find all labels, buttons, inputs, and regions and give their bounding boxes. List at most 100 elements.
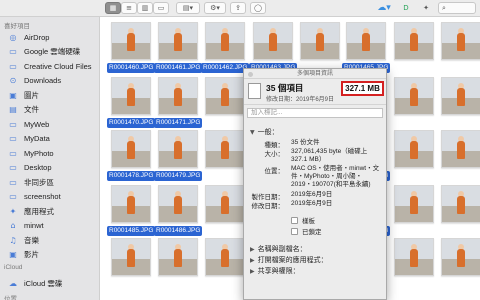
photo-thumbnail xyxy=(158,238,198,276)
sidebar-item[interactable]: ✦ 應用程式 xyxy=(0,204,99,218)
list-icon: ≡ xyxy=(126,4,132,12)
modified-value: 2019年6月9日 xyxy=(291,200,333,207)
sidebar-item[interactable]: ▭ 非同步區 xyxy=(0,175,99,189)
photo-thumbnail xyxy=(205,238,245,276)
photo-thumbnail xyxy=(111,130,151,168)
cloud-icon: ☁▾ xyxy=(377,3,391,13)
modified-label: 修改日期： xyxy=(251,203,285,210)
photo-thumbnail xyxy=(394,130,434,168)
photo-thumbnail xyxy=(205,22,245,60)
sidebar-item[interactable]: ▭ MyPhoto xyxy=(0,146,99,160)
name-section-toggle[interactable]: ▶ 名稱與副檔名： xyxy=(250,244,307,254)
disclosure-closed-icon: ▶ xyxy=(250,256,255,264)
sidebar-item[interactable]: ▭ Desktop xyxy=(0,161,99,175)
sharing-section-label: 共享與權限： xyxy=(257,268,300,275)
sidebar-item-label: MyData xyxy=(24,134,50,143)
photo-thumbnail xyxy=(441,238,480,276)
sidebar-item-icloud[interactable]: ☁ iCloud 雲碟 xyxy=(0,276,99,290)
sidebar-item-label: 圖片 xyxy=(24,90,39,100)
photo-thumbnail xyxy=(394,22,434,60)
sidebar-item-label: iCloud 雲碟 xyxy=(24,278,63,288)
sidebar-item[interactable]: ▭ Creative Cloud Files xyxy=(0,59,99,73)
group-icon: ▤▾ xyxy=(182,4,194,12)
close-window-button[interactable] xyxy=(248,72,253,77)
sidebar-item[interactable]: ▣ 影片 xyxy=(0,248,99,262)
locations-header: 位置 xyxy=(4,296,17,300)
file-name-label: R0001460.JPG xyxy=(107,63,156,73)
open-with-section-toggle[interactable]: ▶ 打開檔案的應用程式： xyxy=(250,255,328,265)
folder-icon: ▭ xyxy=(9,192,17,201)
photo-thumbnail xyxy=(111,185,151,223)
size-label: 大小： xyxy=(264,151,285,158)
locked-label: 已鎖定 xyxy=(302,229,322,236)
where-label: 位置： xyxy=(264,168,285,175)
group-button[interactable]: ▤▾ xyxy=(176,2,200,14)
icon-view-button[interactable]: ▦ xyxy=(105,2,121,14)
file-name-label: R0001485.JPG xyxy=(107,226,156,236)
sidebar-item[interactable]: ▭ Google 雲端硬碟 xyxy=(0,45,99,59)
photo-thumbnail xyxy=(394,238,434,276)
list-view-button[interactable]: ≡ xyxy=(121,2,137,14)
drive-button[interactable]: D xyxy=(398,2,414,14)
sidebar-item[interactable]: ⊙ Downloads xyxy=(0,74,99,88)
created-value: 2019年6月9日 xyxy=(291,191,333,198)
home-icon: ⌂ xyxy=(10,221,16,230)
icloud-header: iCloud xyxy=(4,264,23,271)
info-title: 35 個項目 xyxy=(266,83,304,93)
sidebar-item-label: 影片 xyxy=(24,250,39,259)
sidebar-item[interactable]: ▭ MyData xyxy=(0,132,99,146)
sidebar-item[interactable]: ▭ screenshot xyxy=(0,190,99,204)
sharing-section-toggle[interactable]: ▶ 共享與權限： xyxy=(250,266,300,276)
tags-input[interactable]: 加入標記... xyxy=(247,108,383,118)
gear-icon: ⚙▾ xyxy=(210,4,220,12)
stationery-checkbox[interactable]: 樣板 xyxy=(291,215,315,225)
where-value: MAC OS・使用者・minwt・文件・MyPhoto・周小陽・2019・190… xyxy=(291,165,380,188)
search-field[interactable]: ⌕ xyxy=(438,2,476,14)
sidebar-item-label: Google 雲端硬碟 xyxy=(24,47,81,56)
columns-icon: ▥ xyxy=(141,4,149,12)
sidebar-item-label: screenshot xyxy=(24,192,61,201)
gallery-icon: ▭ xyxy=(157,4,165,12)
photo-thumbnail xyxy=(300,22,340,60)
music-icon: ♫ xyxy=(9,235,17,245)
puzzle-icon: ✦ xyxy=(423,4,429,12)
applications-icon: ✦ xyxy=(9,206,17,216)
folder-icon: ▭ xyxy=(9,148,17,158)
checkbox-box xyxy=(291,216,298,224)
pictures-icon: ▣ xyxy=(9,90,17,100)
sidebar-item[interactable]: ♫ 音樂 xyxy=(0,233,99,247)
creative-cloud-button[interactable]: ☁▾ xyxy=(374,2,394,14)
locked-checkbox[interactable]: 已鎖定 xyxy=(291,226,322,236)
general-section-toggle[interactable]: ▼ 一般： xyxy=(250,127,279,137)
action-button[interactable]: ⚙▾ xyxy=(204,2,226,14)
name-section-label: 名稱與副檔名： xyxy=(257,246,307,253)
disclosure-closed-icon: ▶ xyxy=(250,267,255,275)
drive-icon: D xyxy=(403,4,409,12)
sidebar-item[interactable]: ⌂ minwt xyxy=(0,219,99,233)
column-view-button[interactable]: ▥ xyxy=(137,2,153,14)
total-size-highlight: 327.1 MB xyxy=(341,81,384,96)
gallery-view-button[interactable]: ▭ xyxy=(153,2,169,14)
folder-icon: ▭ xyxy=(9,47,17,56)
tag-button[interactable]: ◯ xyxy=(250,2,266,14)
photo-thumbnail xyxy=(394,185,434,223)
desktop-icon: ▭ xyxy=(9,163,17,172)
photo-thumbnail xyxy=(111,77,151,115)
photo-thumbnail xyxy=(111,22,151,60)
sidebar-item-label: Desktop xyxy=(24,163,52,172)
file-name-label: R0001461.JPG xyxy=(154,63,203,73)
extension-button[interactable]: ✦ xyxy=(418,2,434,14)
kind-value: 35 份文件 xyxy=(291,139,320,146)
share-button[interactable]: ⇪ xyxy=(230,2,246,14)
airdrop-icon: ◎ xyxy=(9,32,17,42)
photo-thumbnail xyxy=(441,22,480,60)
sidebar-item[interactable]: ◎ AirDrop xyxy=(0,30,99,44)
info-window-title: 多個項目資訊 xyxy=(296,71,333,77)
photo-thumbnail xyxy=(441,130,480,168)
favorites-header: 喜好項目 xyxy=(4,23,30,30)
sidebar-item[interactable]: ▭ MyWeb xyxy=(0,117,99,131)
file-name-label: R0001486.JPG xyxy=(154,226,203,236)
checkbox-box xyxy=(291,227,298,235)
sidebar-item[interactable]: ▣ 圖片 xyxy=(0,88,99,102)
sidebar-item[interactable]: ▤ 文件 xyxy=(0,103,99,117)
